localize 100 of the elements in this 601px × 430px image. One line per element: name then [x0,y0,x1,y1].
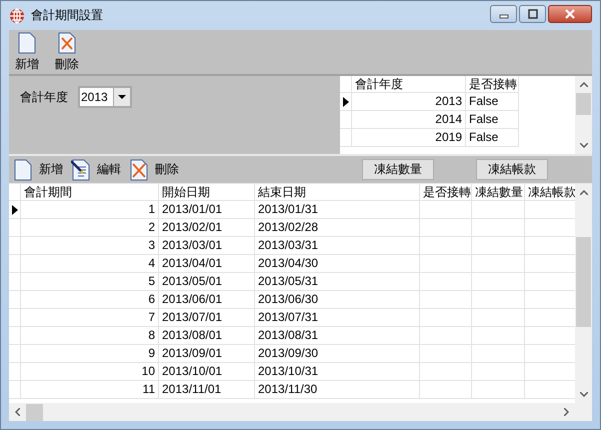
table-cell: 2013/08/31 [255,327,420,345]
table-cell [420,309,472,327]
table-cell: 8 [21,327,159,345]
toolbar-button[interactable]: 新增 [13,30,41,74]
table-cell: 3 [21,237,159,255]
scroll-down-icon[interactable] [580,143,588,148]
vertical-scrollbar[interactable] [575,76,592,154]
table-cell [472,309,525,327]
scroll-left-icon[interactable] [15,408,20,416]
table-cell [472,381,525,399]
table-cell: 2013/09/30 [255,345,420,363]
table-cell [420,219,472,237]
table-cell: 2013/05/01 [159,273,255,291]
toolbar-button[interactable]: 刪除 [129,158,183,180]
table-cell: False [466,111,519,129]
row-pointer-icon [342,96,348,106]
table-cell: 2013/11/01 [159,381,255,399]
table-cell: 2014 [352,111,466,129]
table-cell: 2013/03/31 [255,237,420,255]
table-cell [420,345,472,363]
scroll-down-icon[interactable] [580,392,588,397]
table-cell: 2013/10/01 [159,363,255,381]
scroll-thumb[interactable] [26,404,43,420]
table-cell: 7 [21,309,159,327]
table-cell [472,201,525,219]
field-label: 會計年度 [20,89,68,106]
table-cell [420,291,472,309]
table-cell: 5 [21,273,159,291]
table-cell [420,273,472,291]
table-cell: 2013/01/31 [255,201,420,219]
toolbar-button[interactable]: 編輯 [71,158,125,180]
table-cell [420,363,472,381]
table-cell [472,363,525,381]
table-cell: 11 [21,381,159,399]
table-cell [472,219,525,237]
minimize-button[interactable] [490,4,517,22]
dropdown-arrow-icon [118,95,126,99]
globe-icon [9,8,25,24]
table-cell [420,327,472,345]
table-cell: 2013/06/01 [159,291,255,309]
document-icon [13,158,33,180]
table-cell: 2013 [352,93,466,111]
table-cell: 2013/01/01 [159,201,255,219]
table-cell: 2013/04/01 [159,255,255,273]
pen-document-icon [71,158,91,180]
column-header[interactable]: 開始日期 [159,184,255,201]
horizontal-scrollbar[interactable] [9,403,592,421]
row-pointer-icon [12,204,18,214]
freeze-button[interactable]: 凍結數量 [362,159,434,180]
scroll-up-icon[interactable] [580,190,588,195]
table-cell: 2 [21,219,159,237]
cross-document-icon [129,158,149,180]
table-cell: 2013/10/31 [255,363,420,381]
document-icon [17,32,37,54]
year-dropdown[interactable]: 2013 [78,86,132,108]
toolbar-button[interactable]: 新增 [13,158,67,180]
table-cell [472,291,525,309]
table-cell: False [466,129,519,147]
cross-document-icon [57,32,77,54]
table-cell: 2013/09/01 [159,345,255,363]
scroll-up-icon[interactable] [580,82,588,87]
table-cell [420,255,472,273]
table-cell [420,237,472,255]
table-cell: 2013/07/31 [255,309,420,327]
table-cell: 4 [21,255,159,273]
close-button[interactable] [548,4,592,22]
table-cell: 2019 [352,129,466,147]
table-cell: 2013/07/01 [159,309,255,327]
window-title: 會計期間設置 [31,7,103,24]
column-header[interactable]: 是否接轉 [466,76,519,93]
table-cell: 10 [21,363,159,381]
row-selector[interactable] [340,93,352,111]
table-cell: 2013/02/28 [255,219,420,237]
table-cell: 2013/08/01 [159,327,255,345]
close-icon [564,8,576,18]
table-cell: 2013/11/30 [255,381,420,399]
maximize-icon [528,8,538,18]
column-header[interactable]: 是否接轉 [420,184,472,201]
table-cell [420,201,472,219]
freeze-button[interactable]: 凍結帳款 [476,159,548,180]
table-cell [472,273,525,291]
table-cell [472,327,525,345]
table-cell: 2013/06/30 [255,291,420,309]
row-selector[interactable] [9,201,21,219]
column-header[interactable]: 會計年度 [352,76,466,93]
table-cell: 2013/02/01 [159,219,255,237]
scroll-right-icon[interactable] [564,408,569,416]
toolbar-button[interactable]: 刪除 [53,30,81,74]
column-header[interactable]: 凍結數量 [472,184,525,201]
vertical-scrollbar[interactable] [575,184,592,403]
scroll-thumb[interactable] [576,237,591,327]
table-cell: 6 [21,291,159,309]
maximize-button[interactable] [519,4,546,22]
table-cell [472,345,525,363]
scroll-thumb[interactable] [576,93,591,115]
column-header[interactable]: 會計期間 [21,184,159,201]
column-header[interactable]: 結束日期 [255,184,420,201]
table-cell [472,237,525,255]
table-cell: 2013/05/31 [255,273,420,291]
table-cell: 2013/04/30 [255,255,420,273]
